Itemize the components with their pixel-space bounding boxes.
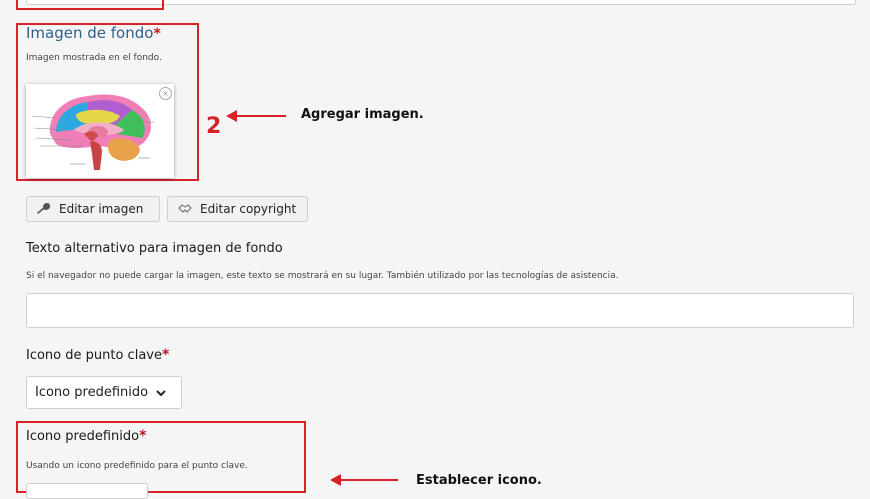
brain-illustration <box>31 94 154 170</box>
background-image-title: Imagen de fondo* <box>26 24 161 42</box>
chevron-down-icon <box>156 389 166 396</box>
annotation-add-image: Agregar imagen. <box>301 107 424 122</box>
predefined-icon-description: Usando un icono predefinido para el punt… <box>26 461 248 471</box>
predefined-icon-label: Icono predefinido* <box>26 428 146 444</box>
alt-text-input[interactable] <box>26 293 854 328</box>
background-image-thumbnail[interactable] <box>26 84 174 178</box>
remove-image-icon[interactable]: × <box>159 87 172 100</box>
previous-highlight-box <box>16 0 164 10</box>
hotspot-icon-select[interactable]: Icono predefinido <box>26 376 182 409</box>
hotspot-icon-selected: Icono predefinido <box>35 385 149 400</box>
hotspot-icon-label-text: Icono de punto clave <box>26 348 162 363</box>
edit-image-label: Editar imagen <box>59 202 144 216</box>
edit-image-button[interactable]: Editar imagen <box>26 196 160 222</box>
alt-text-label: Texto alternativo para imagen de fondo <box>26 241 283 256</box>
required-mark: * <box>153 26 161 42</box>
annotation-number: 2 <box>206 114 222 139</box>
edit-copyright-button[interactable]: Editar copyright <box>167 196 308 222</box>
alt-text-description: Si el navegador no puede cargar la image… <box>26 271 619 281</box>
hotspot-icon-label: Icono de punto clave* <box>26 347 169 363</box>
required-mark: * <box>161 347 170 363</box>
arrow-left-icon <box>226 110 286 122</box>
background-image-description: Imagen mostrada en el fondo. <box>26 53 162 63</box>
arrow-left-icon <box>330 474 398 486</box>
required-mark: * <box>139 428 147 444</box>
edit-copyright-label: Editar copyright <box>200 202 297 216</box>
predefined-icon-label-text: Icono predefinido <box>26 429 140 444</box>
predefined-icon-picker[interactable] <box>26 483 148 499</box>
background-image-title-text: Imagen de fondo <box>26 24 154 42</box>
handshake-icon <box>178 204 192 213</box>
wrench-icon <box>37 203 51 214</box>
annotation-set-icon: Establecer icono. <box>416 473 542 488</box>
